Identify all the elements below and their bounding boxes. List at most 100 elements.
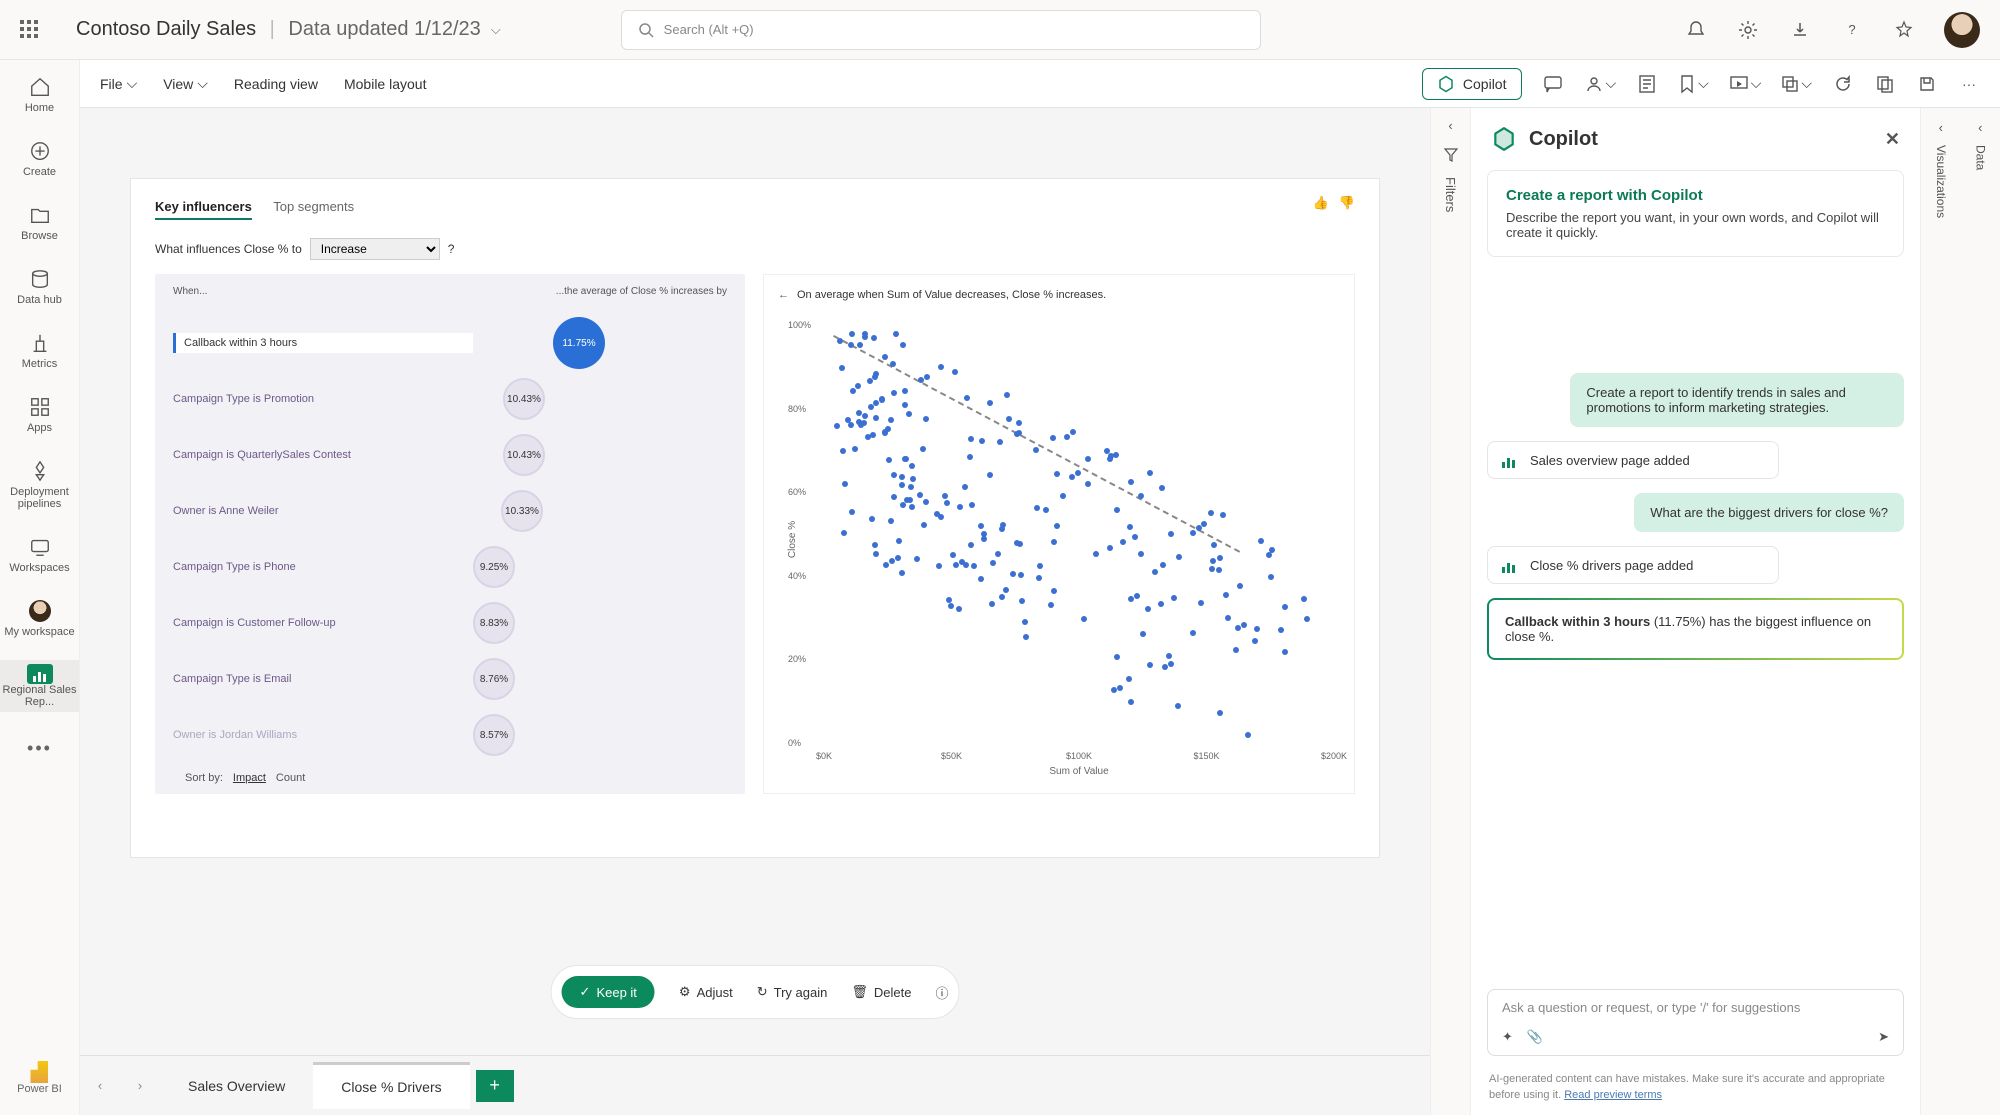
bookmark-dropdown[interactable]: ⌵ xyxy=(1678,74,1709,94)
powerbi-logo[interactable]: Power BI xyxy=(17,1061,62,1095)
visualizations-rail[interactable]: ‹Visualizations xyxy=(1921,108,1961,1115)
nav-my-workspace[interactable]: My workspace xyxy=(0,596,79,642)
trash-icon: 🗑 xyxy=(851,984,868,1000)
user-avatar[interactable] xyxy=(1944,12,1980,48)
try-again-button[interactable]: ↻Try again xyxy=(757,984,828,1000)
page-tab-sales-overview[interactable]: Sales Overview xyxy=(160,1064,313,1108)
ki-row[interactable]: Campaign Type is Promotion10.43% xyxy=(173,371,727,427)
menu-file[interactable]: File ⌵ xyxy=(100,75,137,92)
key-influencers-visual[interactable]: 👍 👎 Key influencers Top segments What in… xyxy=(130,178,1380,858)
nav-datahub[interactable]: Data hub xyxy=(0,264,79,310)
preview-terms-link[interactable]: Read preview terms xyxy=(1564,1089,1662,1101)
nav-browse[interactable]: Browse xyxy=(0,200,79,246)
copilot-card-desc: Describe the report you want, in your ow… xyxy=(1506,210,1885,240)
menu-view[interactable]: View ⌵ xyxy=(163,75,208,92)
copilot-pane: Copilot ✕ Create a report with Copilot D… xyxy=(1470,108,1920,1115)
persona-dropdown[interactable]: ⌵ xyxy=(1584,74,1617,94)
keep-it-button[interactable]: ✓ Keep it xyxy=(562,976,655,1008)
nav-apps[interactable]: Apps xyxy=(0,392,79,438)
system-message-1[interactable]: Sales overview page added xyxy=(1487,441,1779,479)
sparkle-icon[interactable]: ✦ xyxy=(1502,1029,1513,1045)
delete-button[interactable]: 🗑Delete xyxy=(851,984,911,1000)
nav-metrics[interactable]: Metrics xyxy=(0,328,79,374)
report-title: Contoso Daily Sales xyxy=(76,18,256,40)
ki-question-suffix: ? xyxy=(448,242,455,256)
page-tab-close-drivers[interactable]: Close % Drivers xyxy=(313,1062,469,1109)
info-icon[interactable]: ⓘ xyxy=(935,983,948,1002)
ki-row[interactable]: Owner is Anne Weiler10.33% xyxy=(173,483,727,539)
copy-icon[interactable] xyxy=(1874,73,1896,95)
page-next-icon[interactable]: › xyxy=(120,1078,160,1093)
sort-impact[interactable]: Impact xyxy=(233,772,266,784)
help-icon[interactable]: ? xyxy=(1840,18,1864,42)
tab-key-influencers[interactable]: Key influencers xyxy=(155,199,252,220)
copilot-input[interactable]: Ask a question or request, or type '/' f… xyxy=(1487,989,1904,1056)
copilot-logo-icon xyxy=(1491,126,1517,152)
ki-scatter-panel: ←On average when Sum of Value decreases,… xyxy=(763,274,1355,794)
comments-icon[interactable] xyxy=(1542,73,1564,95)
copilot-disclaimer: AI-generated content can have mistakes. … xyxy=(1471,1066,1920,1115)
user-message-1: Create a report to identify trends in sa… xyxy=(1570,373,1904,427)
nav-home[interactable]: Home xyxy=(0,72,79,118)
copilot-button[interactable]: Copilot xyxy=(1422,68,1522,100)
app-launcher-icon[interactable] xyxy=(20,20,40,40)
adjust-button[interactable]: ⚙Adjust xyxy=(679,984,733,1000)
menu-mobile-layout[interactable]: Mobile layout xyxy=(344,76,427,92)
copilot-title: Copilot xyxy=(1529,128,1598,151)
settings-icon[interactable] xyxy=(1736,18,1760,42)
ki-direction-select[interactable]: Increase xyxy=(310,238,440,260)
chevron-down-icon[interactable]: ⌵ xyxy=(491,22,501,38)
add-page-button[interactable]: + xyxy=(476,1070,514,1102)
nav-deployment[interactable]: Deployment pipelines xyxy=(0,456,79,514)
send-icon[interactable]: ➤ xyxy=(1878,1029,1889,1045)
nav-regional-sales[interactable]: Regional Sales Rep... xyxy=(0,660,79,712)
sort-count[interactable]: Count xyxy=(276,772,305,784)
ki-influencer-list: When......the average of Close % increas… xyxy=(155,274,745,794)
data-updated: Data updated 1/12/23 xyxy=(288,18,480,40)
filters-pane-collapsed[interactable]: ‹ Filters xyxy=(1430,108,1470,1115)
ki-row[interactable]: Callback within 3 hours11.75% xyxy=(173,315,727,371)
download-icon[interactable] xyxy=(1788,18,1812,42)
report-canvas: 👍 👎 Key influencers Top segments What in… xyxy=(80,108,1430,1055)
notifications-icon[interactable] xyxy=(1684,18,1708,42)
chevron-left-icon[interactable]: ‹ xyxy=(1448,118,1452,133)
ki-row[interactable]: Owner is Jordan Williams8.57% xyxy=(173,707,727,763)
refresh-icon: ↻ xyxy=(757,984,768,1000)
page-prev-icon[interactable]: ‹ xyxy=(80,1078,120,1093)
filters-label: Filters xyxy=(1443,177,1458,212)
ki-row[interactable]: Campaign is QuarterlySales Contest10.43% xyxy=(173,427,727,483)
export-dropdown[interactable]: ⌵ xyxy=(1781,75,1812,93)
tab-top-segments[interactable]: Top segments xyxy=(273,199,354,214)
data-rail[interactable]: ‹Data xyxy=(1961,108,2000,1115)
menu-reading-view[interactable]: Reading view xyxy=(234,76,318,92)
ki-row[interactable]: Campaign Type is Phone9.25% xyxy=(173,539,727,595)
filter-icon xyxy=(1443,147,1459,163)
top-right-icons: ? xyxy=(1684,12,1980,48)
global-search[interactable]: Search (Alt +Q) xyxy=(621,10,1261,50)
sliders-icon: ⚙ xyxy=(679,984,691,1000)
search-icon xyxy=(638,22,654,38)
present-dropdown[interactable]: ⌵ xyxy=(1729,75,1762,93)
feedback-icon[interactable] xyxy=(1892,18,1916,42)
nav-more-icon[interactable]: ••• xyxy=(27,738,52,759)
save-icon[interactable] xyxy=(1916,73,1938,95)
thumbs-up-icon[interactable]: 👍 xyxy=(1313,195,1329,211)
thumbs-down-icon[interactable]: 👎 xyxy=(1339,195,1355,211)
report-toolbar: File ⌵ View ⌵ Reading view Mobile layout… xyxy=(80,60,2000,108)
chevron-down-icon: ⌵ xyxy=(127,75,138,92)
system-message-2[interactable]: Close % drivers page added xyxy=(1487,546,1779,584)
refresh-icon[interactable] xyxy=(1832,73,1854,95)
back-arrow-icon[interactable]: ← xyxy=(778,289,789,301)
top-bar: Contoso Daily Sales | Data updated 1/12/… xyxy=(0,0,2000,60)
copilot-icon xyxy=(1437,75,1455,93)
nav-create[interactable]: Create xyxy=(0,136,79,182)
ki-row[interactable]: Campaign is Customer Follow-up8.83% xyxy=(173,595,727,651)
document-icon[interactable] xyxy=(1636,73,1658,95)
page-tabs: ‹ › Sales Overview Close % Drivers + xyxy=(80,1055,1430,1115)
more-icon[interactable]: ··· xyxy=(1958,73,1980,95)
close-icon[interactable]: ✕ xyxy=(1885,129,1900,150)
attach-icon[interactable]: 📎 xyxy=(1527,1029,1543,1045)
ki-row[interactable]: Campaign Type is Email8.76% xyxy=(173,651,727,707)
search-placeholder: Search (Alt +Q) xyxy=(664,22,754,37)
nav-workspaces[interactable]: Workspaces xyxy=(0,532,79,578)
